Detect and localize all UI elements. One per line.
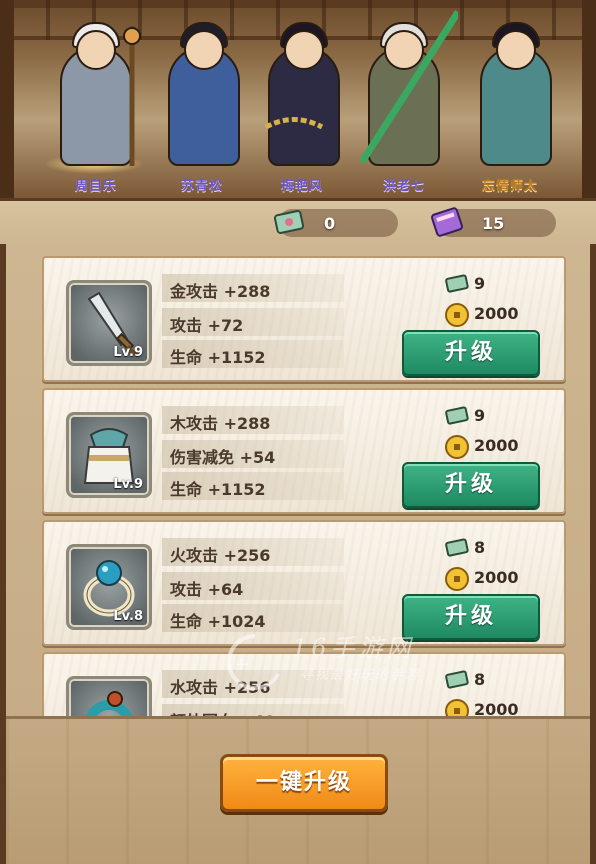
stat-line: 生命 +1152 <box>162 340 344 368</box>
stat-line: 伤害减免 +54 <box>162 440 344 468</box>
stat-line: 木攻击 +288 <box>162 406 344 434</box>
coin-cost: 2000 <box>444 302 554 328</box>
stat-text: 金攻击 +288 <box>170 282 271 301</box>
scroll-icon <box>445 538 469 557</box>
pendant-icon <box>85 691 133 716</box>
book-icon <box>431 207 463 237</box>
hero-portrait-1[interactable] <box>158 16 250 166</box>
one-key-upgrade-button[interactable]: 一键升级 <box>220 754 388 812</box>
scroll-cost: 9 <box>444 404 554 430</box>
hero-portrait-0[interactable] <box>50 16 142 166</box>
pillar-left <box>0 0 14 200</box>
bamboo-staff-icon <box>359 10 458 164</box>
scroll-cost-value: 8 <box>474 538 486 557</box>
stat-line: 火攻击 +256 <box>162 538 344 566</box>
coin-cost-value: 2000 <box>474 568 519 587</box>
equipment-slot[interactable]: Lv.9 <box>66 412 152 498</box>
hero-portrait-4[interactable] <box>470 16 562 166</box>
stat-line: 生命 +1152 <box>162 472 344 500</box>
hero-face <box>496 30 536 70</box>
hero-name-2[interactable]: 梅艳风 <box>252 175 352 194</box>
scroll-count: 0 <box>324 214 336 233</box>
book-count: 15 <box>482 214 505 233</box>
upgrade-button[interactable]: 升级 <box>402 330 540 376</box>
coin-cost: 2000 <box>444 434 554 460</box>
coin-icon <box>445 303 469 327</box>
hero-face <box>184 30 224 70</box>
coin-cost-value: 2000 <box>474 700 519 716</box>
stat-text: 火攻击 +256 <box>170 546 271 565</box>
stat-text: 额外回血 +40 <box>170 708 275 716</box>
coin-cost: 2000 <box>444 698 554 716</box>
hero-banner: 周自乐 苏青松 梅艳风 洪老七 忘情师太 <box>0 0 596 200</box>
coin-icon <box>445 699 469 716</box>
item-level: Lv.9 <box>113 345 143 360</box>
hero-name-3[interactable]: 洪老七 <box>354 175 454 194</box>
book-currency: 15 <box>431 207 556 237</box>
stat-text: 生命 +1152 <box>170 480 266 499</box>
scroll-cost-value: 8 <box>474 670 486 689</box>
item-level: Lv.8 <box>113 609 143 624</box>
hero-face <box>76 30 116 70</box>
hero-name-4[interactable]: 忘情师太 <box>460 175 560 194</box>
hero-face <box>284 30 324 70</box>
staff-icon <box>123 26 141 166</box>
scroll-currency: 0 <box>273 209 398 237</box>
equipment-card-0: Lv.9 金攻击 +288 攻击 +72 生命 +1152 9 2000 升级 <box>42 256 566 382</box>
stat-text: 攻击 +64 <box>170 580 244 599</box>
equipment-slot[interactable]: Lv.9 <box>66 280 152 366</box>
pillar-right <box>582 0 596 200</box>
chain-icon <box>264 117 324 130</box>
scroll-icon <box>445 274 469 293</box>
stat-line: 攻击 +72 <box>162 308 344 336</box>
svg-text:+: + <box>234 654 249 675</box>
stat-text: 攻击 +72 <box>170 316 244 335</box>
scroll-cost: 8 <box>444 536 554 562</box>
item-level: Lv.9 <box>113 477 143 492</box>
coin-cost-value: 2000 <box>474 304 519 323</box>
upgrade-button[interactable]: 升级 <box>402 462 540 508</box>
hero-name-1[interactable]: 苏青松 <box>152 175 252 194</box>
stat-text: 生命 +1152 <box>170 348 266 367</box>
scroll-icon <box>273 210 305 234</box>
scroll-cost-value: 9 <box>474 274 486 293</box>
equipment-panel: Lv.9 金攻击 +288 攻击 +72 生命 +1152 9 2000 升级 <box>0 244 596 864</box>
equipment-slot[interactable]: Lv.8 <box>66 544 152 630</box>
scroll-cost: 9 <box>444 272 554 298</box>
currency-bar: 0 15 <box>0 198 596 244</box>
stat-text: 木攻击 +288 <box>170 414 271 433</box>
hero-name-row: 周自乐 苏青松 梅艳风 洪老七 忘情师太 <box>0 172 596 198</box>
scroll-icon <box>445 406 469 425</box>
coin-icon <box>445 435 469 459</box>
equipment-slot[interactable] <box>66 676 152 716</box>
coin-icon <box>445 567 469 591</box>
stat-line: 金攻击 +288 <box>162 274 344 302</box>
watermark: + 16手游网 寻找最好玩的手游 <box>220 628 460 692</box>
stat-text: 伤害减免 +54 <box>170 448 276 467</box>
coin-cost-value: 2000 <box>474 436 519 455</box>
coin-cost: 2000 <box>444 566 554 592</box>
equipment-card-1: Lv.9 木攻击 +288 伤害减免 +54 生命 +1152 9 2000 升… <box>42 388 566 514</box>
watermark-logo-icon: + <box>226 633 280 690</box>
watermark-title: 16手游网 <box>292 634 415 662</box>
hero-portrait-2[interactable] <box>258 16 350 166</box>
watermark-subtitle: 寻找最好玩的手游 <box>300 668 421 683</box>
hero-portrait-3[interactable] <box>358 10 458 166</box>
stat-line: 攻击 +64 <box>162 572 344 600</box>
stat-line: 额外回血 +40 <box>162 704 344 716</box>
hero-name-0[interactable]: 周自乐 <box>46 175 146 194</box>
scroll-cost-value: 9 <box>474 406 486 425</box>
scroll-cost: 8 <box>444 668 554 694</box>
